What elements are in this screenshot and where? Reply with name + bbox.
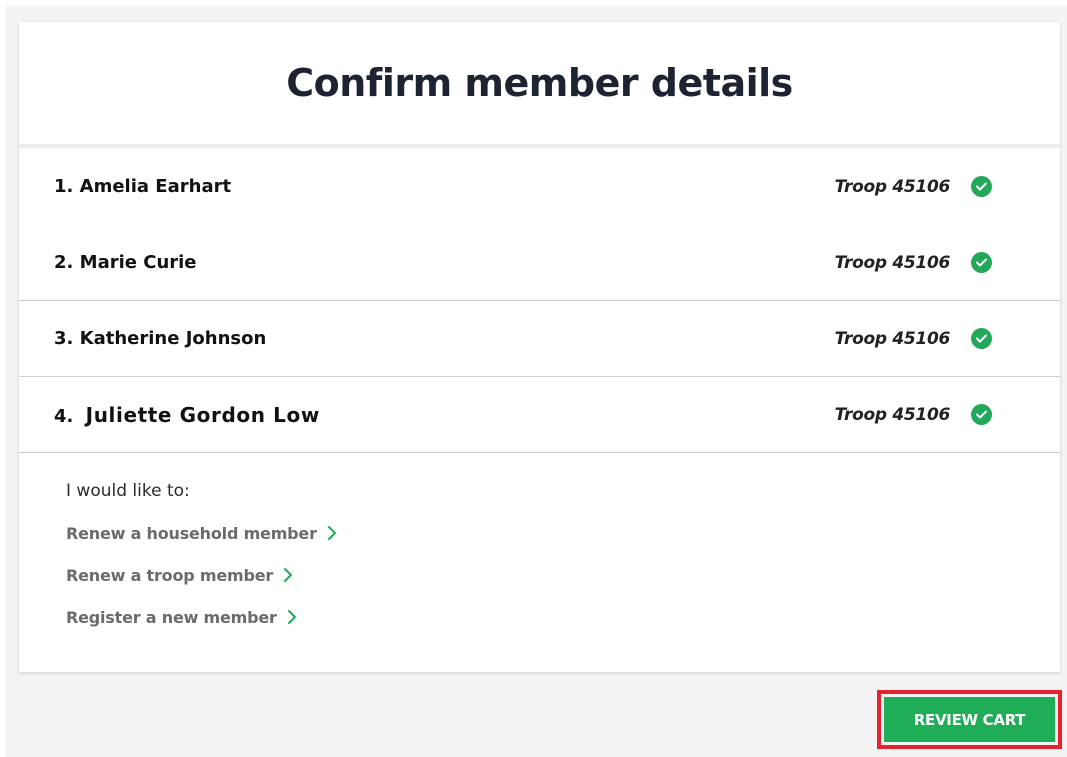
register-new-member-link[interactable]: Register a new member	[66, 607, 1060, 627]
renew-troop-member-link[interactable]: Renew a troop member	[66, 565, 1060, 585]
member-name: 1. Amelia Earhart	[54, 176, 231, 197]
member-full-name: Amelia Earhart	[79, 176, 232, 197]
card-header: Confirm member details	[19, 22, 1060, 148]
member-troop: Troop 45106	[834, 404, 951, 425]
options-label: I would like to:	[66, 481, 190, 501]
member-row: 1. Amelia Earhart Troop 45106	[19, 148, 1060, 225]
renew-household-member-link[interactable]: Renew a household member	[66, 523, 1060, 543]
member-number: 3.	[54, 328, 74, 349]
member-name: 4. Juliette Gordon Low	[54, 403, 320, 427]
member-number: 1.	[54, 176, 74, 197]
check-circle-icon	[971, 328, 992, 349]
member-number: 2.	[54, 252, 74, 273]
member-name: 2. Marie Curie	[54, 252, 197, 273]
page-title: Confirm member details	[286, 61, 793, 105]
review-cart-button[interactable]: REVIEW CART	[884, 697, 1055, 742]
member-name: 3. Katherine Johnson	[54, 328, 266, 349]
check-circle-icon	[971, 176, 992, 197]
member-full-name: Katherine Johnson	[79, 328, 267, 349]
options-section: I would like to: Renew a household membe…	[19, 453, 1060, 627]
member-troop: Troop 45106	[834, 176, 951, 197]
check-circle-icon	[971, 252, 992, 273]
member-troop: Troop 45106	[834, 252, 951, 273]
check-circle-icon	[971, 404, 992, 425]
member-list: 1. Amelia Earhart Troop 45106 2. Marie C…	[19, 148, 1060, 453]
member-troop: Troop 45106	[834, 328, 951, 349]
chevron-right-icon	[283, 567, 293, 583]
member-row: 3. Katherine Johnson Troop 45106	[19, 301, 1060, 377]
option-link-label: Renew a household member	[66, 523, 317, 543]
member-number: 4.	[54, 405, 74, 427]
member-full-name: Juliette Gordon Low	[85, 402, 320, 427]
option-link-label: Register a new member	[66, 607, 277, 627]
member-row: 4. Juliette Gordon Low Troop 45106	[19, 377, 1060, 453]
option-link-label: Renew a troop member	[66, 565, 274, 585]
member-full-name: Marie Curie	[79, 252, 197, 273]
review-cart-highlight: REVIEW CART	[877, 690, 1062, 749]
member-row: 2. Marie Curie Troop 45106	[19, 225, 1060, 301]
member-details-card: Confirm member details 1. Amelia Earhart…	[19, 22, 1060, 672]
chevron-right-icon	[327, 525, 337, 541]
chevron-right-icon	[287, 609, 297, 625]
